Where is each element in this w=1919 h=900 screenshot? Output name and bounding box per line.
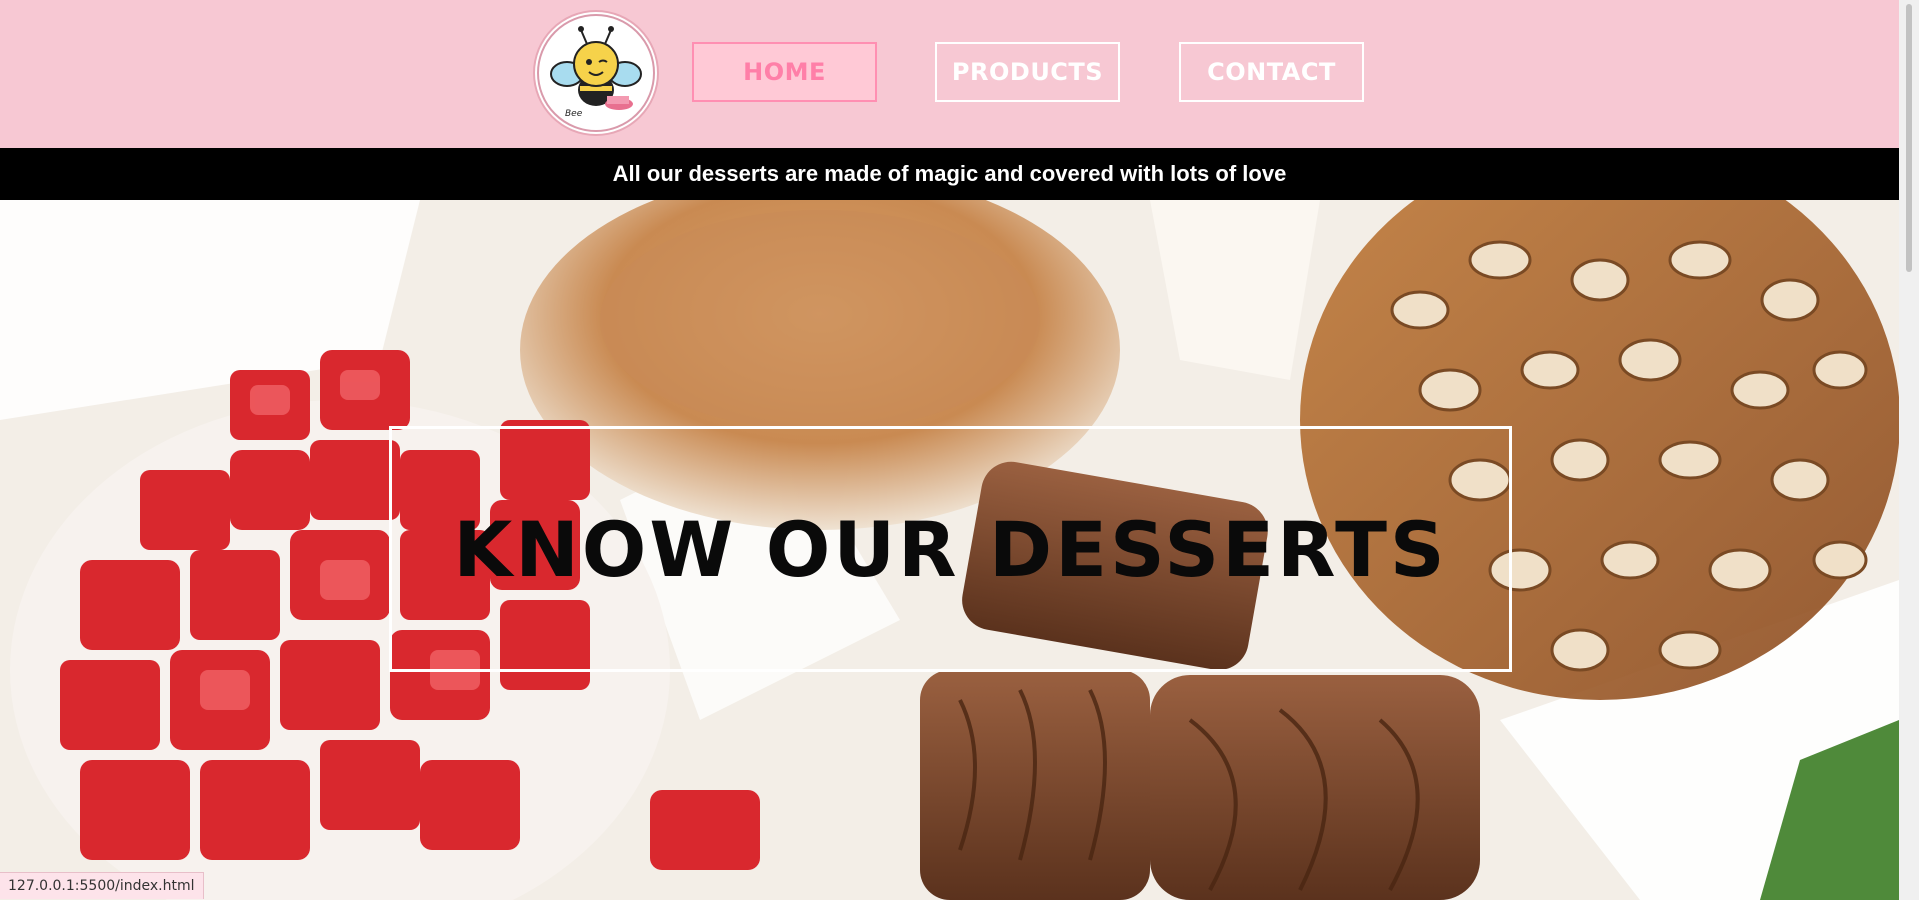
page-scrollbar[interactable] (1899, 0, 1919, 900)
nav-home-button[interactable]: HOME (692, 42, 877, 102)
bee-logo-icon[interactable]: Bee (535, 12, 657, 134)
hero-banner: KNOW OUR DESSERTS (0, 200, 1899, 900)
nav-contact-button[interactable]: CONTACT (1179, 42, 1364, 102)
announcement-text: All our desserts are made of magic and c… (612, 161, 1287, 186)
site-header: Bee HOME PRODUCTS CONTACT (0, 0, 1899, 148)
status-url-preview: 127.0.0.1:5500/index.html (0, 872, 204, 899)
nav-products-button[interactable]: PRODUCTS (935, 42, 1120, 102)
svg-text:Bee: Bee (565, 109, 583, 119)
scrollbar-thumb[interactable] (1906, 4, 1912, 272)
hero-title: KNOW OUR DESSERTS (453, 504, 1448, 594)
announcement-bar: All our desserts are made of magic and c… (0, 148, 1899, 200)
